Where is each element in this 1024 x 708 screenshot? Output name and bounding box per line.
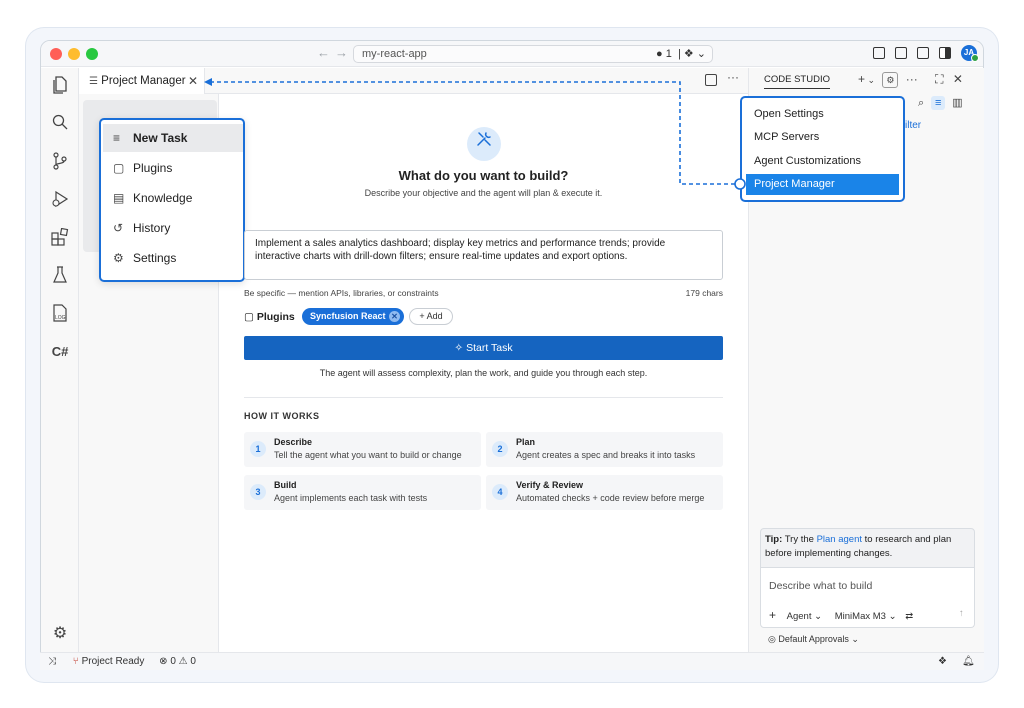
copilot-status-icon[interactable]: ❖ <box>938 653 947 670</box>
remote-icon[interactable]: ⤨ <box>48 656 56 667</box>
approvals-picker[interactable]: ◎ Default Approvals ⌄ <box>768 634 859 645</box>
model-picker[interactable]: MiniMax M3 ⌄ <box>835 611 897 622</box>
statusbar: ⤨ ⑂ Project Ready ⊗ 0 ⚠ 0 ❖ 🔔︎ <box>40 652 984 670</box>
tip-prefix: Tip: <box>765 534 783 545</box>
notifications-bell-icon[interactable]: 🔔︎ <box>962 653 975 670</box>
agent-picker-label: Agent <box>786 611 812 622</box>
error-count: 0 <box>170 656 176 667</box>
agent-picker[interactable]: Agent ⌄ <box>787 611 822 622</box>
shield-icon: ◎ <box>768 634 776 644</box>
warning-count: 0 <box>190 656 196 667</box>
branch-icon: ⑂ <box>72 656 79 667</box>
tools-config-icon[interactable]: ⇄ <box>905 611 913 622</box>
approvals-label: Default Approvals <box>778 634 849 644</box>
composer-placeholder: Describe what to build <box>769 580 873 592</box>
chat-composer[interactable]: Describe what to build + Agent ⌄ MiniMax… <box>760 568 975 628</box>
tip-box: Tip: Try the Plan agent to research and … <box>760 528 975 568</box>
project-status-label: Project Ready <box>81 656 145 667</box>
composer-toolbar: + Agent ⌄ MiniMax M3 ⌄ ⇄ ↑ <box>769 608 964 622</box>
add-context-icon[interactable]: + <box>769 608 776 622</box>
plan-agent-link[interactable]: Plan agent <box>817 534 862 545</box>
project-status[interactable]: ⑂ Project Ready <box>73 656 145 667</box>
problems-indicator[interactable]: ⊗ 0 ⚠ 0 <box>159 656 196 667</box>
tip-pre: Try the <box>782 534 817 545</box>
model-picker-label: MiniMax M3 <box>834 611 886 622</box>
send-icon[interactable]: ↑ <box>959 608 964 619</box>
